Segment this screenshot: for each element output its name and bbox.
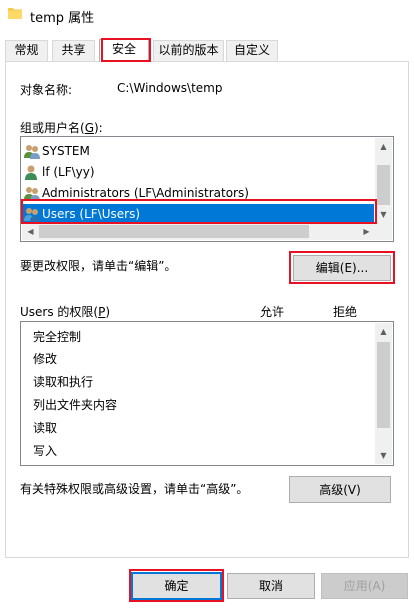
scroll-up-icon[interactable]: ▲ [375,323,392,340]
scroll-down-icon[interactable]: ▼ [375,206,392,223]
group-icon [24,145,40,159]
change-permission-hint: 要更改权限，请单击“编辑”。 [20,259,177,273]
tab-previous-versions[interactable]: 以前的版本 [153,40,224,61]
tab-security[interactable]: 安全 [99,39,149,62]
scroll-left-icon[interactable]: ◀ [22,223,39,240]
deny-column-header: 拒绝 [333,305,358,319]
security-panel: 对象名称: C:\Windows\temp 组或用户名(G): SYSTEM l… [5,61,409,558]
user-item-administrators[interactable]: Administrators (LF\Administrators) [22,183,374,203]
folder-icon [8,8,22,19]
advanced-hint: 有关特殊权限或高级设置，请单击“高级”。 [20,482,249,496]
tab-customize[interactable]: 自定义 [226,40,278,61]
user-item-users[interactable]: Users (LF\Users) [22,204,374,224]
object-name-label: 对象名称: [20,83,73,97]
user-icon [25,165,37,180]
perm-full-control: 完全控制 [33,330,82,344]
tab-strip: 常规 共享 安全 以前的版本 自定义 [5,39,409,62]
ok-button[interactable]: 确定 [131,572,222,600]
advanced-button[interactable]: 高级(V) [289,476,391,503]
group-icon [24,187,40,201]
perm-write: 写入 [33,444,58,458]
tab-sharing[interactable]: 共享 [52,40,95,61]
permissions-vscroll[interactable]: ▲ ▼ [375,323,392,464]
scroll-right-icon[interactable]: ▶ [358,223,375,240]
permissions-label: Users 的权限(P) [20,305,111,319]
user-item-lf[interactable]: lf (LF\yy) [22,162,374,182]
users-vscroll[interactable]: ▲ ▼ [375,138,392,223]
perm-read-execute: 读取和执行 [33,375,94,389]
allow-column-header: 允许 [260,305,285,319]
scroll-thumb[interactable] [377,165,390,205]
object-name-value: C:\Windows\temp [117,81,223,95]
perm-read: 读取 [33,421,58,435]
tab-general[interactable]: 常规 [5,40,48,61]
perm-list-folder: 列出文件夹内容 [33,398,118,412]
perm-modify: 修改 [33,352,58,366]
title-bar[interactable]: temp 属性 [0,0,414,30]
scroll-corner [375,223,392,240]
scroll-up-icon[interactable]: ▲ [375,138,392,155]
users-listbox[interactable]: SYSTEM lf (LF\yy) Administrators (LF\Adm… [20,136,394,242]
hscroll-thumb[interactable] [39,225,309,238]
apply-button[interactable]: 应用(A) [321,573,408,599]
scroll-thumb[interactable] [377,342,390,428]
window-title: temp 属性 [30,11,95,26]
edit-button[interactable]: 编辑(E)... [293,255,391,281]
cancel-button[interactable]: 取消 [227,573,315,599]
user-item-system[interactable]: SYSTEM [22,141,374,161]
group-users-label: 组或用户名(G): [20,121,103,135]
users-hscroll[interactable]: ◀ ▶ [22,223,375,240]
group-icon [24,208,40,222]
permissions-listbox[interactable]: 完全控制 修改 读取和执行 列出文件夹内容 读取 写入 ▲ ▼ [20,321,394,466]
scroll-down-icon[interactable]: ▼ [375,447,392,464]
